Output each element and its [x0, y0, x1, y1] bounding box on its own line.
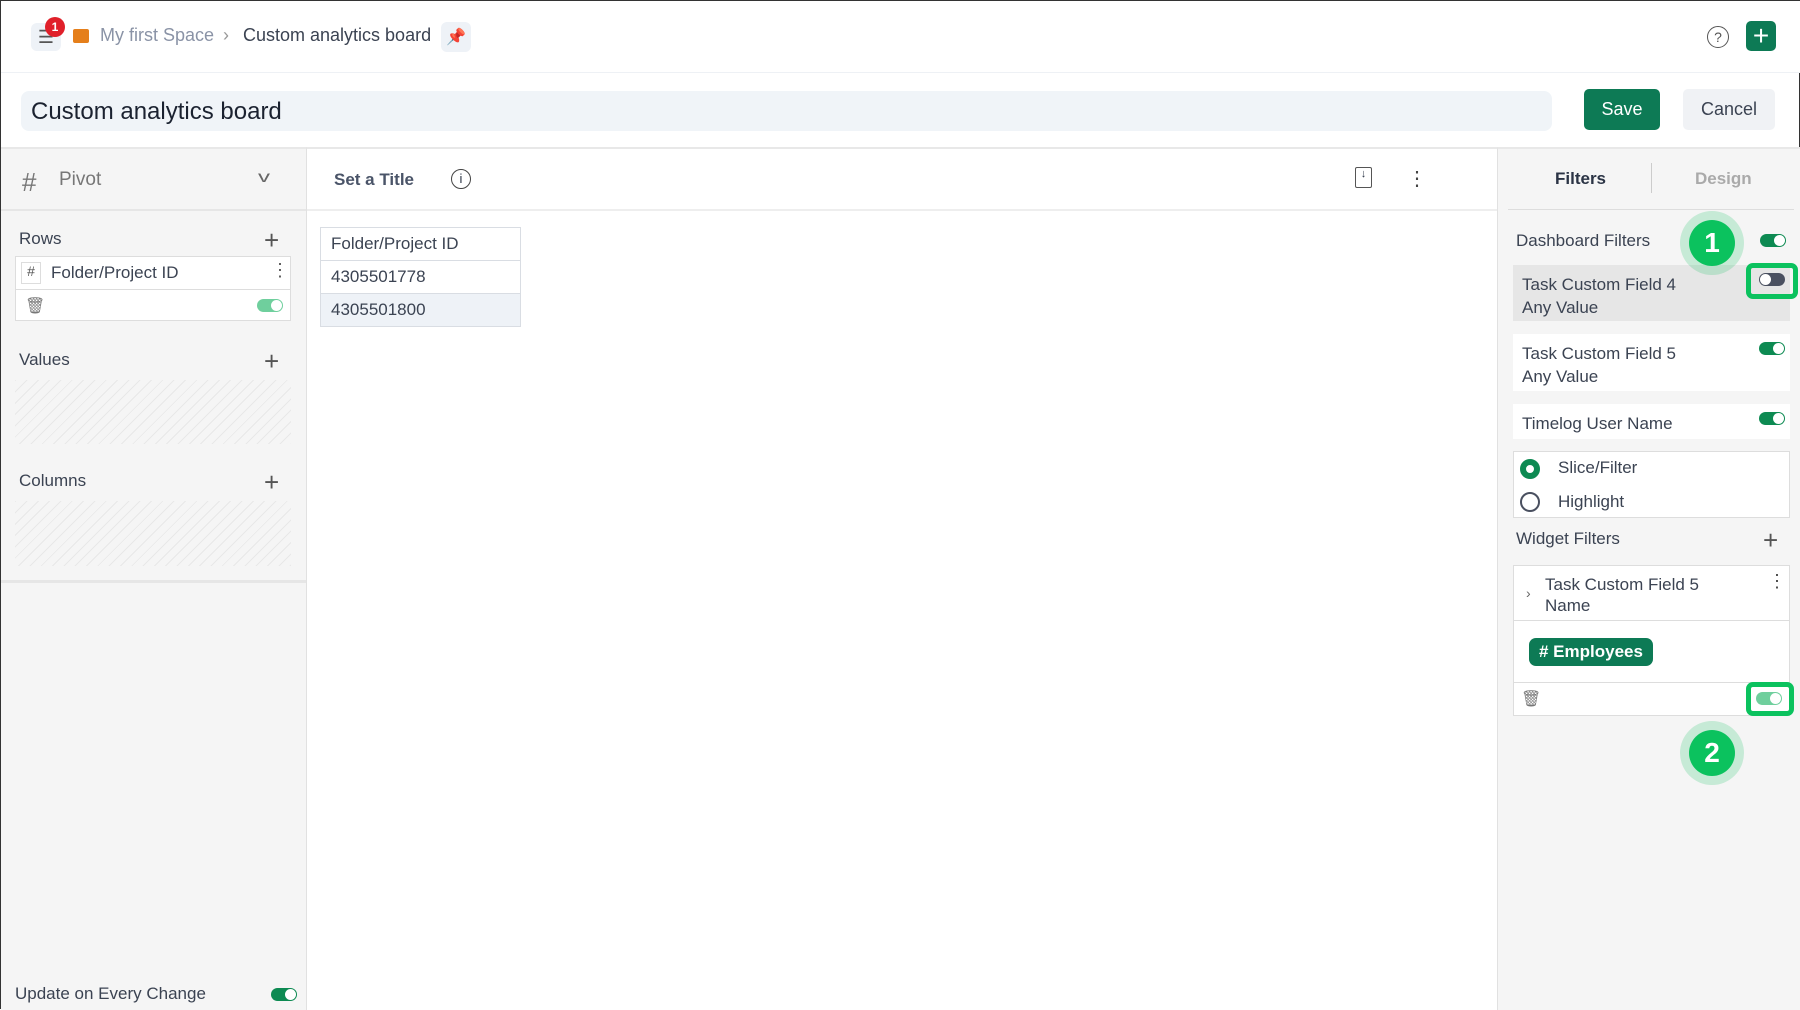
- tab-design[interactable]: Design: [1695, 169, 1752, 189]
- update-toggle[interactable]: [271, 988, 297, 1001]
- filter-value: Any Value: [1522, 367, 1599, 386]
- export-icon[interactable]: ↓: [1355, 167, 1372, 188]
- dashboard-filters-label: Dashboard Filters: [1516, 231, 1651, 250]
- widget-filter-toggle[interactable]: [1756, 692, 1782, 705]
- table-cell: 4305501800: [320, 293, 521, 327]
- divider: [1513, 620, 1790, 621]
- divider: [1651, 163, 1652, 193]
- widget-title-input[interactable]: Set a Title: [334, 170, 414, 190]
- values-label: Values: [19, 350, 70, 369]
- cancel-button[interactable]: Cancel: [1683, 89, 1775, 130]
- chevron-right-icon[interactable]: ›: [1526, 585, 1531, 601]
- trash-icon[interactable]: 🗑: [1521, 689, 1541, 709]
- board-title-input[interactable]: Custom analytics board: [21, 91, 1552, 131]
- more-options-icon[interactable]: ⋮: [1407, 166, 1427, 191]
- chevron-down-icon[interactable]: v: [258, 169, 270, 187]
- filter-value: Any Value: [1522, 298, 1599, 317]
- filter-sub: Name: [1545, 596, 1591, 615]
- chevron-right-icon: ›: [223, 25, 229, 45]
- radio-label: Highlight: [1558, 492, 1625, 511]
- mode-radio-group: [1513, 451, 1790, 518]
- tab-filters[interactable]: Filters: [1555, 169, 1606, 189]
- divider: [15, 289, 291, 290]
- filter-tag[interactable]: # Employees: [1529, 638, 1653, 666]
- annotation-badge-1: 1: [1680, 211, 1744, 275]
- divider: [1508, 209, 1794, 210]
- filter-item[interactable]: Timelog User Name: [1513, 404, 1790, 439]
- trash-icon[interactable]: 🗑: [25, 296, 45, 316]
- rows-label: Rows: [19, 229, 62, 248]
- info-icon[interactable]: i: [451, 169, 471, 189]
- widget-filters-label: Widget Filters: [1516, 529, 1620, 548]
- annotation-badge-2: 2: [1680, 721, 1744, 785]
- filter-toggle[interactable]: [1759, 412, 1785, 425]
- add-column-icon[interactable]: +: [264, 467, 279, 498]
- filter-name: Task Custom Field 5: [1522, 344, 1676, 363]
- pivot-table: Folder/Project ID 4305501778 4305501800: [320, 227, 521, 327]
- pin-icon: 📌: [446, 29, 466, 46]
- breadcrumb-board[interactable]: Custom analytics board: [243, 25, 431, 46]
- grid-icon: #: [22, 167, 37, 197]
- number-type-icon: #: [21, 262, 41, 284]
- more-icon[interactable]: ⋮: [271, 260, 289, 281]
- radio-slice-filter[interactable]: [1520, 459, 1540, 479]
- columns-dropzone[interactable]: [15, 501, 291, 566]
- add-row-icon[interactable]: +: [264, 225, 279, 256]
- table-cell: 4305501778: [320, 260, 521, 294]
- values-dropzone[interactable]: [15, 380, 291, 444]
- add-widget-filter-icon[interactable]: +: [1763, 525, 1778, 556]
- pin-button[interactable]: 📌: [441, 22, 471, 52]
- filter-name: Timelog User Name: [1522, 414, 1673, 433]
- breadcrumb-space[interactable]: My first Space: [100, 25, 214, 46]
- columns-label: Columns: [19, 471, 87, 490]
- radio-highlight[interactable]: [1520, 492, 1540, 512]
- save-button[interactable]: Save: [1584, 89, 1660, 130]
- row-field-name[interactable]: Folder/Project ID: [51, 263, 179, 283]
- filter-toggle[interactable]: [1759, 273, 1785, 286]
- update-label: Update on Every Change: [15, 984, 206, 1003]
- filter-name: Task Custom Field 5: [1545, 575, 1699, 594]
- more-icon[interactable]: ⋮: [1768, 571, 1786, 592]
- widget-filter-name[interactable]: Task Custom Field 5 Name: [1545, 574, 1699, 616]
- help-icon[interactable]: ?: [1707, 26, 1729, 48]
- add-value-icon[interactable]: +: [264, 346, 279, 377]
- row-toggle[interactable]: [257, 299, 283, 312]
- space-icon: [73, 29, 89, 43]
- notification-badge: 1: [45, 17, 65, 37]
- divider: [307, 209, 1497, 211]
- filter-name: Task Custom Field 4: [1522, 275, 1676, 294]
- divider: [1, 580, 306, 583]
- table-header: Folder/Project ID: [320, 227, 521, 261]
- radio-label: Slice/Filter: [1558, 458, 1638, 477]
- divider: [1, 209, 306, 211]
- dashboard-filters-toggle[interactable]: [1760, 234, 1786, 247]
- filter-item[interactable]: Task Custom Field 5 Any Value: [1513, 334, 1790, 391]
- filter-toggle[interactable]: [1759, 342, 1785, 355]
- add-button[interactable]: +: [1746, 20, 1776, 51]
- widget-type-select[interactable]: Pivot: [59, 169, 101, 191]
